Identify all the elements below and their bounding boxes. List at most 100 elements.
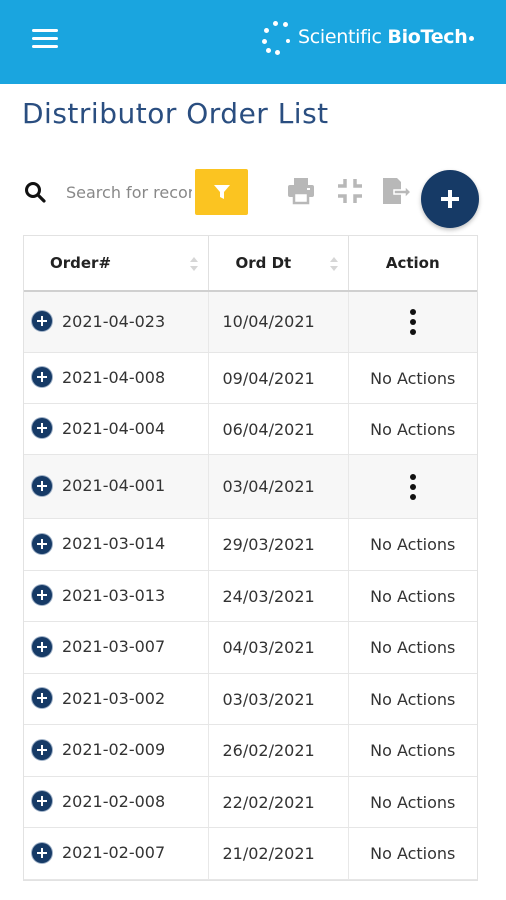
expand-row-icon[interactable] xyxy=(32,636,52,657)
order-number: 2021-04-023 xyxy=(62,311,166,331)
table-row[interactable]: 2021-04-023 10/04/2021 xyxy=(24,290,477,353)
search-input[interactable] xyxy=(60,173,192,211)
sort-icon[interactable] xyxy=(189,256,199,272)
order-number: 2021-04-004 xyxy=(62,418,166,438)
plus-icon xyxy=(441,190,459,208)
brand-name-light: Scientific xyxy=(298,26,388,48)
expand-row-icon[interactable] xyxy=(32,739,52,760)
more-actions-icon[interactable] xyxy=(408,473,418,500)
table-row[interactable]: 2021-03-007 04/03/2021 No Actions xyxy=(24,621,477,674)
order-number: 2021-04-008 xyxy=(62,367,166,387)
search-icon xyxy=(25,182,46,203)
action-text: No Actions xyxy=(370,638,456,657)
brand-logo[interactable]: Scientific BioTech xyxy=(258,14,475,60)
action-text: No Actions xyxy=(370,792,456,812)
table-row[interactable]: 2021-02-009 26/02/2021 No Actions xyxy=(24,724,477,777)
table-row[interactable]: 2021-04-004 06/04/2021 No Actions xyxy=(24,403,477,455)
order-date: 10/04/2021 xyxy=(207,290,348,353)
table-row[interactable]: 2021-03-013 24/03/2021 No Actions xyxy=(24,570,477,622)
filter-button[interactable] xyxy=(195,169,248,215)
action-cell: No Actions xyxy=(347,403,477,455)
order-date: 22/02/2021 xyxy=(207,776,348,828)
brand-name-bold: BioTech xyxy=(387,26,468,48)
order-number-cell: 2021-03-014 xyxy=(24,518,208,571)
table-row[interactable]: 2021-04-001 03/04/2021 xyxy=(24,454,477,519)
order-number: 2021-03-007 xyxy=(62,637,166,657)
order-date: 03/04/2021 xyxy=(207,454,348,519)
action-text: No Actions xyxy=(370,844,456,863)
table-row[interactable]: 2021-04-008 09/04/2021 No Actions xyxy=(24,352,477,404)
order-number-cell: 2021-03-002 xyxy=(24,673,208,725)
action-cell: No Actions xyxy=(347,570,477,622)
order-date: 26/02/2021 xyxy=(207,724,348,777)
collapse-icon[interactable] xyxy=(334,175,366,207)
order-number-cell: 2021-03-007 xyxy=(24,621,208,674)
top-app-bar: Scientific BioTech xyxy=(0,0,506,84)
expand-row-icon[interactable] xyxy=(32,475,52,496)
column-header-action: Action xyxy=(347,235,477,292)
order-number-cell: 2021-04-023 xyxy=(24,290,208,353)
action-text: No Actions xyxy=(370,419,456,439)
action-cell: No Actions xyxy=(347,776,477,828)
order-number-cell: 2021-02-008 xyxy=(24,776,208,828)
action-text: No Actions xyxy=(370,535,456,554)
action-text: No Actions xyxy=(370,368,456,388)
order-number: 2021-02-009 xyxy=(62,740,166,760)
action-cell: No Actions xyxy=(347,827,477,880)
action-cell[interactable] xyxy=(347,290,477,353)
table-row[interactable]: 2021-03-002 03/03/2021 No Actions xyxy=(24,673,477,725)
order-number-cell: 2021-02-009 xyxy=(24,724,208,777)
column-header-date[interactable]: Ord Dt xyxy=(207,235,348,292)
menu-icon[interactable] xyxy=(32,29,58,49)
add-order-button[interactable] xyxy=(421,170,479,228)
order-date: 29/03/2021 xyxy=(207,518,348,571)
order-number: 2021-02-008 xyxy=(62,791,166,811)
table-row[interactable]: 2021-02-007 21/02/2021 No Actions xyxy=(24,827,477,880)
more-actions-icon[interactable] xyxy=(408,308,418,335)
order-date: 09/04/2021 xyxy=(207,352,348,404)
order-number-cell: 2021-03-013 xyxy=(24,570,208,622)
column-header-date-label: Ord Dt xyxy=(235,253,292,272)
action-cell: No Actions xyxy=(347,673,477,725)
expand-row-icon[interactable] xyxy=(32,311,52,331)
brand-name: Scientific BioTech xyxy=(298,26,475,48)
action-text: No Actions xyxy=(370,741,456,760)
order-date: 03/03/2021 xyxy=(207,673,348,725)
expand-row-icon[interactable] xyxy=(32,791,52,812)
filter-icon xyxy=(213,185,230,199)
order-date: 06/04/2021 xyxy=(207,403,348,455)
action-cell: No Actions xyxy=(347,518,477,571)
action-cell: No Actions xyxy=(347,352,477,404)
order-number-cell: 2021-04-001 xyxy=(24,454,208,519)
order-date: 24/03/2021 xyxy=(207,570,348,622)
page-title: Distributor Order List xyxy=(22,97,329,130)
action-text: No Actions xyxy=(370,586,456,606)
expand-row-icon[interactable] xyxy=(32,533,52,554)
export-icon[interactable] xyxy=(380,175,412,207)
order-date: 21/02/2021 xyxy=(207,827,348,880)
action-cell: No Actions xyxy=(347,724,477,777)
expand-row-icon[interactable] xyxy=(32,688,52,709)
order-number: 2021-03-013 xyxy=(62,585,166,605)
order-number: 2021-04-001 xyxy=(62,476,166,496)
expand-row-icon[interactable] xyxy=(32,418,52,439)
order-date: 04/03/2021 xyxy=(207,621,348,674)
action-cell: No Actions xyxy=(347,621,477,674)
table-row[interactable]: 2021-03-014 29/03/2021 No Actions xyxy=(24,518,477,571)
expand-row-icon[interactable] xyxy=(32,585,52,606)
action-cell[interactable] xyxy=(347,454,477,519)
order-number-cell: 2021-02-007 xyxy=(24,827,208,880)
column-header-order-label: Order# xyxy=(50,253,112,272)
table-row[interactable]: 2021-02-008 22/02/2021 No Actions xyxy=(24,776,477,828)
column-header-order[interactable]: Order# xyxy=(24,235,208,292)
order-table: Order# Ord Dt Action 2021-04-023 10/04/20… xyxy=(23,235,478,881)
expand-row-icon[interactable] xyxy=(32,367,52,388)
brand-dots-icon xyxy=(258,19,294,55)
sort-icon[interactable] xyxy=(329,256,339,272)
order-number: 2021-03-014 xyxy=(62,534,166,554)
print-icon[interactable] xyxy=(285,175,317,207)
expand-row-icon[interactable] xyxy=(32,842,52,863)
order-number: 2021-03-002 xyxy=(62,688,166,708)
action-text: No Actions xyxy=(370,689,456,709)
table-header-row: Order# Ord Dt Action xyxy=(24,235,477,292)
